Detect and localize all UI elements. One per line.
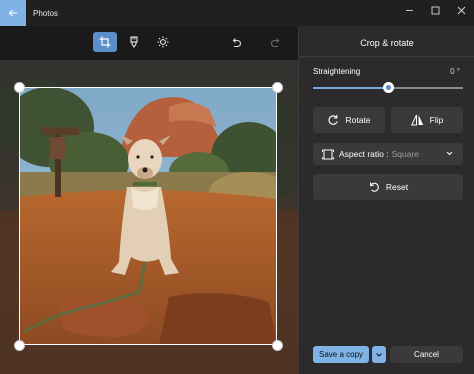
edit-toolbar <box>0 32 298 52</box>
flip-icon <box>410 114 423 126</box>
straightening-value: 0 ° <box>450 67 460 76</box>
maximize-button[interactable] <box>422 0 448 20</box>
back-button[interactable] <box>0 0 26 26</box>
minimize-icon <box>405 9 413 11</box>
close-button[interactable] <box>448 0 474 20</box>
rotate-label: Rotate <box>345 115 371 125</box>
crop-handle-top-right[interactable] <box>271 81 283 93</box>
crop-handle-bottom-left[interactable] <box>13 339 25 351</box>
reset-icon <box>369 182 379 192</box>
crop-handle-top-left[interactable] <box>13 81 25 93</box>
undo-button[interactable] <box>224 32 248 52</box>
chevron-down-icon <box>376 352 382 357</box>
close-icon <box>457 6 465 14</box>
flip-label: Flip <box>429 115 444 125</box>
title-bar: Photos <box>0 0 474 26</box>
crop-tool-button[interactable] <box>93 32 117 52</box>
reset-button[interactable]: Reset <box>313 174 463 200</box>
straightening-label: Straightening <box>313 67 361 76</box>
brightness-icon <box>157 36 169 48</box>
slider-thumb[interactable] <box>382 82 394 93</box>
chevron-down-icon <box>446 151 453 156</box>
flip-button[interactable]: Flip <box>391 107 463 133</box>
crop-icon <box>99 36 111 48</box>
editing-canvas <box>0 26 298 374</box>
rotate-button[interactable]: Rotate <box>313 107 385 133</box>
save-copy-button[interactable]: Save a copy <box>313 346 369 363</box>
adjust-tool-button[interactable] <box>151 32 175 52</box>
aspect-ratio-value: Square <box>391 149 420 159</box>
filter-icon <box>130 36 138 48</box>
reset-label: Reset <box>385 182 409 192</box>
cancel-button[interactable]: Cancel <box>390 346 463 363</box>
filter-tool-button[interactable] <box>122 32 146 52</box>
panel-divider <box>299 56 474 57</box>
aspect-ratio-label: Aspect ratio : <box>339 149 389 159</box>
back-arrow-icon <box>8 9 17 17</box>
crop-frame <box>19 87 277 345</box>
window-controls <box>396 0 474 20</box>
crop-handle-bottom-right[interactable] <box>271 339 283 351</box>
undo-icon <box>232 38 241 48</box>
save-options-button[interactable] <box>372 346 386 363</box>
aspect-ratio-icon <box>322 149 334 159</box>
redo-button[interactable] <box>264 32 288 52</box>
slider-fill <box>313 87 388 89</box>
rotate-icon <box>328 115 339 125</box>
redo-icon <box>271 38 280 48</box>
minimize-button[interactable] <box>396 0 422 20</box>
maximize-icon <box>431 6 439 14</box>
app-title: Photos <box>33 8 58 18</box>
panel-title: Crop & rotate <box>360 38 414 48</box>
aspect-ratio-dropdown[interactable]: Aspect ratio : Square <box>313 143 463 165</box>
crop-rotate-panel: Crop & rotate Straightening 0 ° Rotate F… <box>298 26 474 374</box>
straightening-slider[interactable] <box>313 82 463 93</box>
